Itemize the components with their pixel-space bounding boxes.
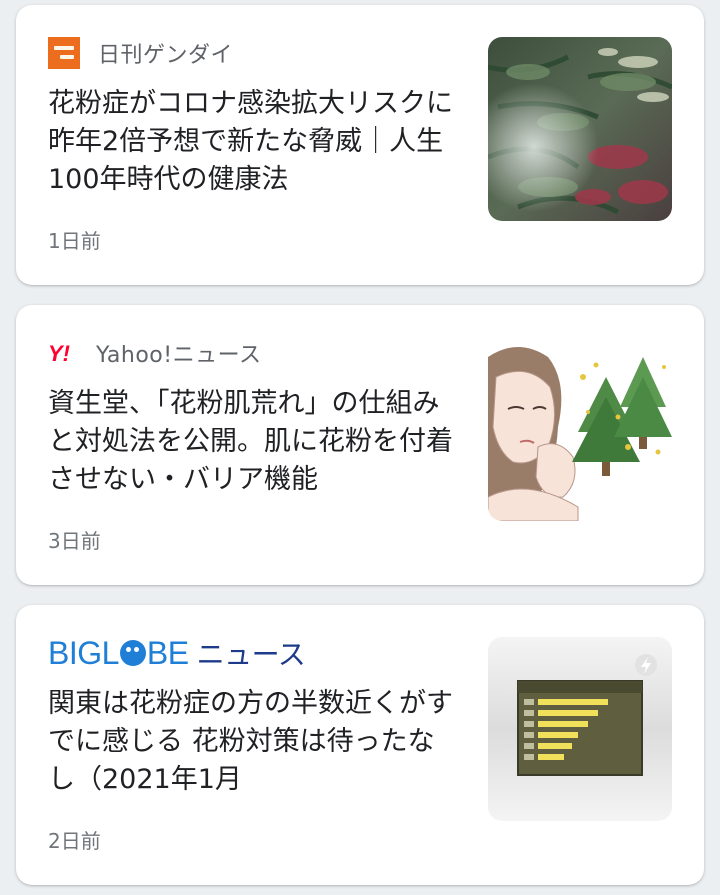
biglobe-logo-icon: BIGL BE ニュース <box>48 633 306 673</box>
source-row: 日刊ゲンダイ <box>48 35 233 71</box>
publish-time: 2日前 <box>48 829 101 853</box>
news-card[interactable]: Y! Yahoo!ニュース 資生堂、「花粉肌荒れ」の仕組みと対処法を公開。肌に花… <box>16 305 704 585</box>
yahoo-logo-icon: Y! <box>48 341 70 366</box>
article-title[interactable]: 資生堂、「花粉肌荒れ」の仕組みと対処法を公開。肌に花粉を付着させない・バリア機能 <box>48 385 458 499</box>
biglobe-logo-suffix: ニュース <box>196 638 306 671</box>
news-feed: 日刊ゲンダイ 花粉症がコロナ感染拡大リスクに 昨年2倍予想で新たな脅威｜人生10… <box>0 0 720 895</box>
biglobe-globe-icon <box>119 640 146 666</box>
news-card[interactable]: BIGL BE ニュース 関東は花粉症の方の半数近くがすでに感じる 花粉対策は待… <box>16 605 704 885</box>
news-card[interactable]: 日刊ゲンダイ 花粉症がコロナ感染拡大リスクに 昨年2倍予想で新たな脅威｜人生10… <box>16 5 704 285</box>
source-name: 日刊ゲンダイ <box>98 43 234 68</box>
source-name: Yahoo!ニュース <box>96 343 262 368</box>
svg-text:Y!: Y! <box>48 341 70 366</box>
article-thumbnail[interactable] <box>488 337 672 521</box>
amp-lightning-icon <box>635 654 657 676</box>
publish-time: 1日前 <box>48 229 101 253</box>
article-thumbnail[interactable] <box>488 37 672 221</box>
gendai-logo-icon <box>48 37 80 69</box>
article-thumbnail[interactable] <box>488 637 672 821</box>
biglobe-logo-primary: BIGL <box>48 634 119 671</box>
survey-chart-thumbnail <box>488 637 672 821</box>
source-row: BIGL BE ニュース <box>48 633 306 673</box>
biglobe-logo-secondary: BE <box>146 634 189 671</box>
woman-pollen-illustration <box>488 337 672 521</box>
article-title[interactable]: 花粉症がコロナ感染拡大リスクに 昨年2倍予想で新たな脅威｜人生100年時代の健康… <box>48 85 458 199</box>
source-row: Y! Yahoo!ニュース <box>48 335 261 371</box>
article-title[interactable]: 関東は花粉症の方の半数近くがすでに感じる 花粉対策は待ったなし（2021年1月 <box>48 685 458 799</box>
cedar-thumbnail-image <box>488 37 672 221</box>
publish-time: 3日前 <box>48 529 101 553</box>
